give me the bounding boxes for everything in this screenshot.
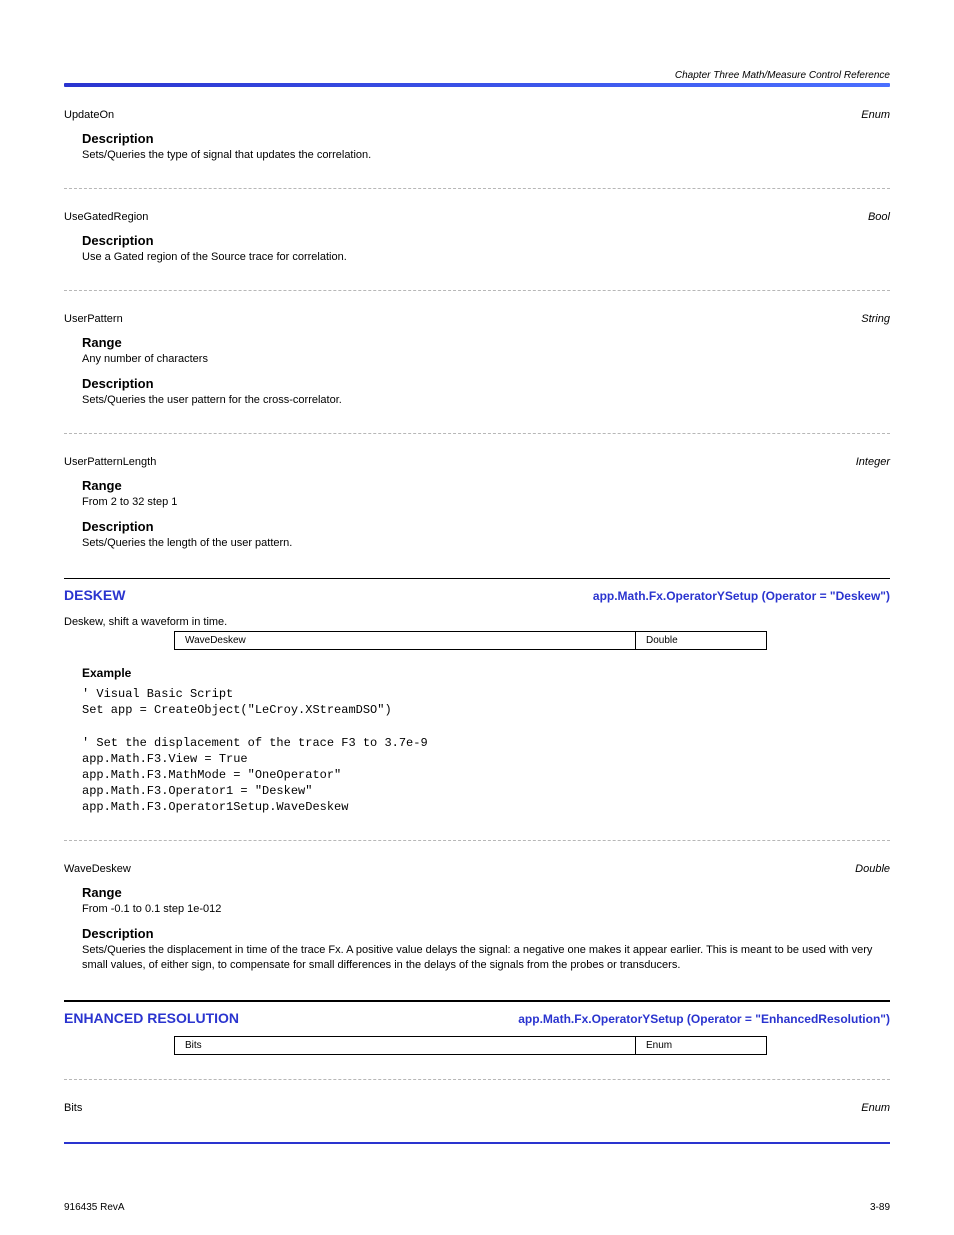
item-updateon: UpdateOn Enum xyxy=(64,109,890,123)
enhres-path: app.Math.Fx.OperatorYSetup (Operator = "… xyxy=(518,1012,890,1026)
deskew-heading: DESKEW xyxy=(64,587,125,603)
deskew-path: app.Math.Fx.OperatorYSetup (Operator = "… xyxy=(593,589,890,603)
example-label: Example xyxy=(64,666,890,680)
table-row: Bits Enum xyxy=(175,1036,767,1054)
range-label: Range xyxy=(64,885,890,900)
description-text: Use a Gated region of the Source trace f… xyxy=(64,250,890,266)
section-rule xyxy=(64,578,890,580)
item-name: UserPatternLength xyxy=(64,456,156,468)
item-wavedeskew: WaveDeskew Double xyxy=(64,863,890,877)
deskew-table: WaveDeskew Double xyxy=(174,631,767,650)
item-name: UpdateOn xyxy=(64,109,114,121)
table-cell-type: Enum xyxy=(636,1036,767,1054)
item-type: Bool xyxy=(868,211,890,223)
separator xyxy=(64,290,890,291)
item-type: Enum xyxy=(861,109,890,121)
section-rule xyxy=(64,1000,890,1002)
description-label: Description xyxy=(64,376,890,391)
table-cell-name: Bits xyxy=(175,1036,636,1054)
item-name: UseGatedRegion xyxy=(64,211,148,223)
range-label: Range xyxy=(64,478,890,493)
table-row: WaveDeskew Double xyxy=(175,632,767,650)
range-text: Any number of characters xyxy=(64,352,890,368)
bottom-blue-rule xyxy=(64,1142,890,1144)
item-bits: Bits Enum xyxy=(64,1102,890,1116)
description-text: Sets/Queries the user pattern for the cr… xyxy=(64,393,890,409)
range-text: From -0.1 to 0.1 step 1e-012 xyxy=(64,902,890,918)
item-type: Enum xyxy=(861,1102,890,1114)
description-text: Sets/Queries the displacement in time of… xyxy=(64,943,890,975)
description-label: Description xyxy=(64,519,890,534)
example-code: ' Visual Basic Script Set app = CreateOb… xyxy=(64,686,890,816)
enhres-table: Bits Enum xyxy=(174,1036,767,1055)
description-label: Description xyxy=(64,131,890,146)
footer-doc: 916435 RevA xyxy=(64,1202,125,1213)
separator xyxy=(64,840,890,841)
item-type: Integer xyxy=(856,456,890,468)
item-userpattern: UserPattern String xyxy=(64,313,890,327)
footer-page: 3-89 xyxy=(870,1202,890,1213)
item-usegatedregion: UseGatedRegion Bool xyxy=(64,211,890,225)
deskew-blurb: Deskew, shift a waveform in time. xyxy=(64,615,890,631)
separator xyxy=(64,188,890,189)
table-cell-name: WaveDeskew xyxy=(175,632,636,650)
table-cell-type: Double xyxy=(636,632,767,650)
description-text: Sets/Queries the length of the user patt… xyxy=(64,536,890,552)
separator xyxy=(64,433,890,434)
item-type: String xyxy=(861,313,890,325)
page-header-chapter: Chapter Three Math/Measure Control Refer… xyxy=(64,70,890,81)
item-userpatternlength: UserPatternLength Integer xyxy=(64,456,890,470)
description-label: Description xyxy=(64,233,890,248)
top-blue-rule xyxy=(64,83,890,87)
item-name: WaveDeskew xyxy=(64,863,131,875)
range-text: From 2 to 32 step 1 xyxy=(64,495,890,511)
item-name: UserPattern xyxy=(64,313,123,325)
separator xyxy=(64,1079,890,1080)
range-label: Range xyxy=(64,335,890,350)
description-label: Description xyxy=(64,926,890,941)
description-text: Sets/Queries the type of signal that upd… xyxy=(64,148,890,164)
item-name: Bits xyxy=(64,1102,82,1114)
item-type: Double xyxy=(855,863,890,875)
enhres-heading: ENHANCED RESOLUTION xyxy=(64,1010,239,1026)
